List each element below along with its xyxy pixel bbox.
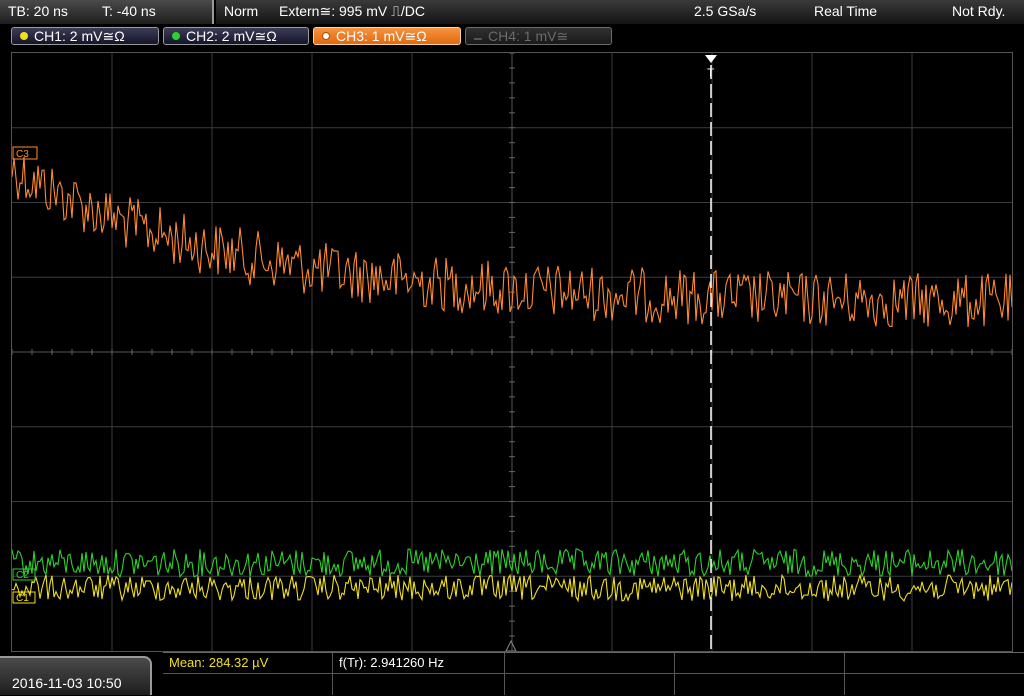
timebase-label[interactable]: TB: 20 ns [8, 3, 68, 19]
measurement-cell-empty-6[interactable] [505, 674, 675, 695]
timebase-panel[interactable]: TB: 20 ns T: -40 ns [0, 0, 214, 24]
channel-4-dash-icon [474, 38, 482, 40]
trigger-position-arrow-icon[interactable] [705, 55, 717, 63]
measurement-cell-frequency[interactable]: f(Tr): 2.941260 Hz [333, 653, 505, 674]
channel-3-marker-label: C3 [16, 149, 29, 160]
channel-3-tab[interactable]: CH3: 1 mV≅Ω [313, 27, 461, 45]
channel-1-dot-icon [20, 32, 28, 40]
channel-1-tab[interactable]: CH1: 2 mV≅Ω [11, 27, 159, 45]
measurement-frequency: f(Tr): 2.941260 Hz [339, 655, 445, 670]
trigger-offset-label[interactable]: T: -40 ns [102, 3, 156, 19]
measurement-cell-empty-7[interactable] [675, 674, 845, 695]
measurement-cell-empty-8[interactable] [845, 674, 1024, 695]
channel-1-marker-label: C1 [16, 593, 29, 604]
measurement-mean: Mean: 284.32 µV [169, 655, 269, 670]
acquisition-mode[interactable]: Real Time [814, 3, 877, 19]
waveform-display[interactable]: T C3 C2 C1 [11, 52, 1013, 652]
channel-2-dot-icon [172, 32, 180, 40]
channel-2-marker-label: C2 [16, 570, 29, 581]
channel-tabs: CH1: 2 mV≅Ω CH2: 2 mV≅Ω CH3: 1 mV≅Ω CH4:… [0, 24, 1024, 48]
channel-2-tab[interactable]: CH2: 2 mV≅Ω [163, 27, 309, 45]
trigger-marker-label: T [707, 66, 715, 80]
datetime-label: 2016-11-03 10:50 [12, 675, 122, 691]
trigger-level-arrow-icon[interactable] [505, 639, 517, 651]
measurement-cell-empty-5[interactable] [333, 674, 505, 695]
waveform-canvas: T C3 C2 C1 [12, 53, 1012, 651]
measurement-cell-mean[interactable]: Mean: 284.32 µV [163, 653, 333, 674]
measurement-table[interactable]: Mean: 284.32 µV f(Tr): 2.941260 Hz [163, 652, 1024, 696]
channel-2-label: CH2: 2 mV≅Ω [186, 28, 277, 44]
measurement-cell-empty-3[interactable] [845, 653, 1024, 674]
channel-3-dot-icon [322, 32, 330, 40]
datetime-panel: 2016-11-03 10:50 [0, 656, 152, 695]
measurement-cell-empty-4[interactable] [163, 674, 333, 695]
measurement-cell-empty-1[interactable] [505, 653, 675, 674]
run-status: Not Rdy. [952, 3, 1006, 19]
channel-1-label: CH1: 2 mV≅Ω [34, 28, 125, 44]
channel-3-offset-marker[interactable]: C3 [12, 146, 38, 160]
channel-4-label: CH4: 1 mV≅ [488, 28, 569, 44]
channel-4-tab[interactable]: CH4: 1 mV≅ [465, 27, 612, 45]
channel-1-offset-marker[interactable]: C1 [12, 591, 36, 604]
trigger-source[interactable]: Extern≅: 995 mV ⎍/DC [279, 3, 425, 20]
measurement-cell-empty-2[interactable] [675, 653, 845, 674]
top-status-bar: TB: 20 ns T: -40 ns Norm Extern≅: 995 mV… [0, 0, 1024, 24]
sample-rate[interactable]: 2.5 GSa/s [694, 3, 756, 19]
trigger-mode[interactable]: Norm [224, 3, 258, 19]
channel-3-label: CH3: 1 mV≅Ω [336, 28, 427, 44]
acquisition-status-strip: Norm Extern≅: 995 mV ⎍/DC 2.5 GSa/s Real… [216, 0, 1024, 24]
